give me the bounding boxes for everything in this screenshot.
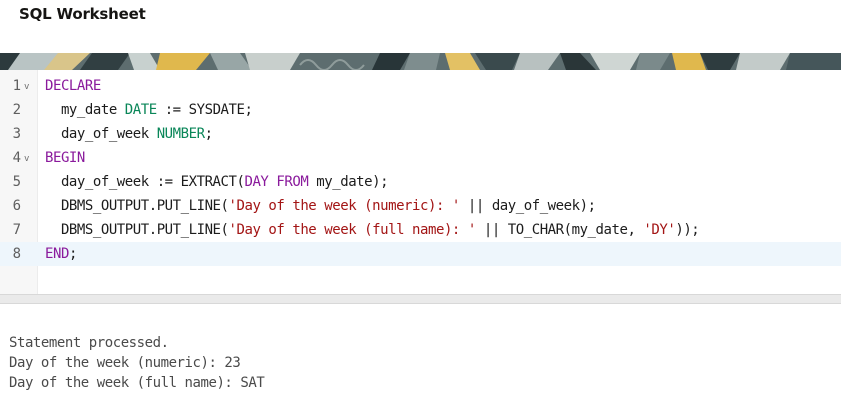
code-token: 'Day of the week (full name): ' — [228, 222, 477, 238]
code-token: 'Day of the week (numeric): ' — [228, 198, 461, 214]
code-token: ; — [68, 246, 77, 262]
code-text: day_of_week NUMBER; — [45, 122, 213, 146]
code-token: || day_of_week); — [459, 198, 596, 214]
code-token: END — [45, 246, 69, 262]
code-token: day_of_week — [45, 126, 157, 142]
code-token: := SYSDATE; — [156, 102, 253, 118]
output-line: Statement processed. — [9, 335, 169, 351]
code-token: || TO_CHAR(my_date, — [475, 222, 644, 238]
code-token: my_date — [45, 102, 125, 118]
code-line[interactable]: 1 v DECLARE — [0, 74, 841, 98]
code-line[interactable]: 3 day_of_week NUMBER; — [0, 122, 841, 146]
code-text: DBMS_OUTPUT.PUT_LINE('Day of the week (n… — [45, 194, 596, 218]
code-token: DATE — [124, 102, 157, 118]
code-editor[interactable]: 1 v DECLARE 2 my_date DATE := SYSDATE; 3 day… — [0, 70, 841, 294]
fold-chevron-icon[interactable]: v — [24, 147, 29, 171]
code-text: day_of_week := EXTRACT(DAY FROM my_date)… — [45, 170, 389, 194]
line-number: 3 — [12, 126, 21, 142]
code-text: DECLARE — [45, 74, 101, 98]
code-line[interactable]: 8 END; — [0, 242, 841, 266]
code-token: )); — [675, 222, 700, 238]
line-number: 1 — [12, 78, 21, 94]
code-token: BEGIN — [45, 150, 85, 166]
code-text: my_date DATE := SYSDATE; — [45, 98, 253, 122]
line-number: 7 — [12, 222, 21, 238]
output-line: Day of the week (full name): SAT — [9, 375, 265, 391]
code-text: END; — [45, 242, 77, 266]
code-token: 'DY' — [643, 222, 676, 238]
code-token: NUMBER — [156, 126, 205, 142]
line-number: 2 — [12, 102, 21, 118]
code-token: my_date); — [308, 174, 389, 190]
code-token: DAY — [244, 174, 269, 190]
line-number: 5 — [12, 174, 21, 190]
code-token: DBMS_OUTPUT.PUT_LINE( — [45, 198, 229, 214]
code-line[interactable]: 2 my_date DATE := SYSDATE; — [0, 98, 841, 122]
code-line[interactable]: 5 day_of_week := EXTRACT(DAY FROM my_dat… — [0, 170, 841, 194]
code-token: ; — [204, 126, 213, 142]
code-token: day_of_week := EXTRACT( — [45, 174, 245, 190]
code-line[interactable]: 7 DBMS_OUTPUT.PUT_LINE('Day of the week … — [0, 218, 841, 242]
line-number: 6 — [12, 198, 21, 214]
output-line: Day of the week (numeric): 23 — [9, 355, 241, 371]
line-number: 4 — [12, 150, 21, 166]
code-line[interactable]: 6 DBMS_OUTPUT.PUT_LINE('Day of the week … — [0, 194, 841, 218]
code-line[interactable]: 4 v BEGIN — [0, 146, 841, 170]
code-token: DBMS_OUTPUT.PUT_LINE( — [45, 222, 229, 238]
output-panel: Statement processed. Day of the week (nu… — [9, 333, 265, 393]
pane-splitter[interactable] — [0, 294, 841, 304]
fold-chevron-icon[interactable]: v — [24, 75, 29, 99]
code-token: FROM — [276, 174, 309, 190]
decorative-banner — [0, 53, 841, 70]
code-text: DBMS_OUTPUT.PUT_LINE('Day of the week (f… — [45, 218, 700, 242]
code-token: DECLARE — [45, 78, 101, 94]
code-text: BEGIN — [45, 146, 85, 170]
banner-pattern — [0, 53, 841, 70]
page-title: SQL Worksheet — [19, 5, 146, 23]
line-number: 8 — [12, 246, 21, 262]
